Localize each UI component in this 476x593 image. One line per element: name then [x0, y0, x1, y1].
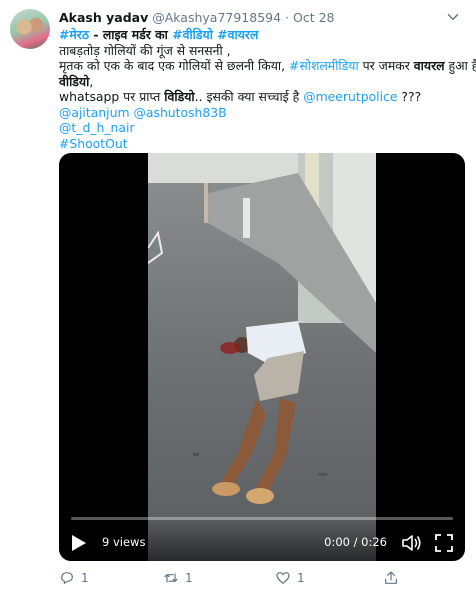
tweet-line3-text: मृतक को एक के बाद एक गोलियों से छलनी किय…: [59, 58, 290, 73]
hashtag-meerut[interactable]: #मेरठ: [59, 27, 89, 42]
video-frame: [148, 153, 376, 561]
tweet-line3-bold: वायरल: [413, 58, 445, 73]
mention-meerutpolice[interactable]: @meerutpolice: [303, 89, 397, 104]
share-icon: [385, 571, 397, 584]
tweet-line3-text3: हुआ है: [444, 58, 476, 73]
reply-button[interactable]: 1: [59, 570, 89, 586]
tweet-line4-text: ,: [89, 73, 94, 89]
hashtag-viral[interactable]: #वायरल: [217, 27, 258, 42]
tweet-line5-text3: ???: [397, 89, 422, 104]
mention-ajitanjum[interactable]: @ajitanjum: [59, 105, 130, 120]
share-button[interactable]: [383, 570, 399, 586]
fullscreen-icon[interactable]: [435, 534, 453, 552]
reply-count: 1: [81, 571, 89, 585]
tweet-line1-text: - लाइव मर्डर का: [89, 27, 173, 42]
separator: ·: [281, 10, 293, 25]
tweet-actions: 1 1 1: [59, 570, 439, 588]
like-button[interactable]: 1: [275, 570, 305, 586]
like-count: 1: [297, 571, 305, 585]
video-progress-bar[interactable]: [71, 517, 453, 520]
video-player[interactable]: 9 views 0:00 / 0:26: [59, 153, 465, 561]
video-thumbnail-image: [148, 153, 376, 561]
tweet-line4-bold: वीडियो: [59, 73, 90, 89]
hashtag-socialmedia[interactable]: #सोशलमीडिया: [289, 58, 359, 73]
tweet-line5-bold: विडियो: [164, 89, 195, 104]
avatar[interactable]: [10, 9, 50, 49]
tweet-line5-text: whatsapp पर प्राप्त: [59, 89, 165, 104]
volume-icon[interactable]: [401, 533, 423, 553]
view-count: 9 views: [102, 535, 146, 549]
tweet-header: Akash yadav @Akashya77918594 · Oct 28: [59, 10, 335, 25]
tweet-line5-text2: .. इसकी क्या सच्चाई है: [194, 89, 304, 104]
hashtag-video[interactable]: #वीडियो: [172, 27, 213, 42]
mention-ashutosh83b[interactable]: @ashutosh83B: [134, 105, 227, 120]
tweet-date[interactable]: Oct 28: [293, 10, 335, 25]
chevron-down-icon[interactable]: [444, 8, 462, 26]
video-time: 0:00 / 0:26: [324, 535, 387, 549]
retweet-count: 1: [185, 571, 193, 585]
retweet-icon: [164, 573, 178, 583]
play-icon[interactable]: [71, 534, 87, 552]
mention-t-d-h-nair[interactable]: @t_d_h_nair: [59, 120, 135, 135]
tweet-text: #मेरठ - लाइव मर्डर का #वीडियो #वायरल ताब…: [59, 27, 476, 151]
tweet-line3-text2: पर जमकर: [358, 58, 414, 73]
heart-icon: [276, 572, 290, 584]
hashtag-shootout[interactable]: #ShootOut: [59, 136, 128, 151]
tweet-line2: ताबड़तोड़ गोलियों की गूंज से सनसनी ,: [59, 42, 231, 58]
author-handle[interactable]: @Akashya77918594: [152, 10, 281, 25]
reply-icon: [61, 572, 73, 584]
author-name[interactable]: Akash yadav: [59, 10, 148, 25]
retweet-button[interactable]: 1: [163, 570, 193, 586]
